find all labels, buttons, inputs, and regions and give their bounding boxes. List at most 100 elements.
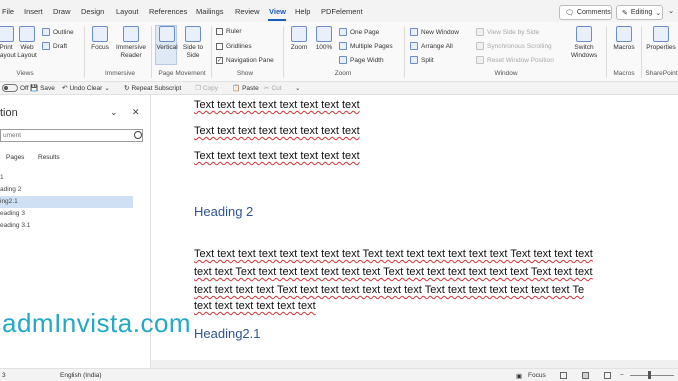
- web-layout-button[interactable]: Web Layout: [16, 26, 38, 60]
- nav-heading-3[interactable]: eading 3: [0, 208, 133, 220]
- gridlines-check-box: [216, 43, 223, 50]
- outline-icon: [42, 28, 50, 36]
- print-layout-view-icon[interactable]: [582, 372, 589, 379]
- side-to-side-icon: [185, 26, 201, 42]
- para-line-4: text text text text text text: [194, 300, 316, 312]
- pane-options-chevron-icon[interactable]: ⌄: [110, 107, 118, 118]
- magnifier-icon: [291, 26, 307, 42]
- tab-draw[interactable]: Draw: [53, 7, 71, 16]
- language-indicator[interactable]: English (India): [60, 372, 102, 379]
- tab-layout[interactable]: Layout: [116, 7, 139, 16]
- multiple-pages-button[interactable]: Multiple Pages: [339, 42, 393, 50]
- tab-insert[interactable]: Insert: [24, 7, 43, 16]
- switch-windows-button[interactable]: Switch Windows: [566, 26, 602, 60]
- group-label-immersive: Immersive: [105, 70, 135, 77]
- print-layout-button[interactable]: Print Layout: [0, 26, 16, 60]
- zoom-slider[interactable]: [630, 375, 674, 376]
- editing-button[interactable]: ✎ Editing ⌄: [616, 5, 663, 20]
- undo-button[interactable]: ↶ Undo Clear ⌄: [62, 84, 110, 93]
- page-indicator[interactable]: 3: [2, 372, 6, 379]
- tab-review[interactable]: Review: [235, 7, 260, 16]
- outline-button[interactable]: Outline: [42, 28, 74, 36]
- properties-button[interactable]: Properties: [645, 26, 677, 52]
- paste-icon: 📋: [232, 85, 241, 92]
- nav-heading-1[interactable]: 1: [0, 172, 133, 184]
- group-label-window: Window: [494, 70, 518, 77]
- vertical-icon: [159, 26, 175, 42]
- split-button[interactable]: Split: [410, 56, 434, 64]
- nav-heading-2[interactable]: ading 2: [0, 184, 133, 196]
- repeat-button[interactable]: ↻ Repeat Subscript: [124, 84, 181, 93]
- focus-button[interactable]: Focus: [89, 26, 111, 52]
- pencil-icon: ✎: [622, 9, 628, 17]
- para-line-1: Text text text text text text text text …: [194, 248, 593, 260]
- web-layout-view-icon[interactable]: [604, 372, 611, 379]
- tab-results[interactable]: Results: [38, 154, 60, 161]
- arrange-all-icon: [410, 42, 418, 50]
- active-tab-indicator: [268, 19, 286, 21]
- comments-button[interactable]: 🗨 Comments: [559, 5, 612, 20]
- focus-mode-button[interactable]: Focus: [528, 372, 546, 379]
- arrange-all-button[interactable]: Arrange All: [410, 42, 453, 50]
- tab-design[interactable]: Design: [81, 7, 104, 16]
- nav-heading-2-1[interactable]: ing2.1: [0, 196, 133, 208]
- navigation-pane-checkbox[interactable]: ✓ Navigation Pane: [216, 57, 274, 64]
- zoom-slider-thumb[interactable]: [648, 371, 651, 379]
- ribbon-options-icon[interactable]: ⌄: [668, 6, 674, 15]
- chevron-down-icon: ⌄: [104, 85, 110, 92]
- macros-button[interactable]: Macros: [611, 26, 637, 52]
- side-by-side-icon: [476, 28, 484, 36]
- new-window-button[interactable]: New Window: [410, 28, 459, 36]
- tab-view[interactable]: View: [269, 7, 286, 16]
- tab-pdfelement[interactable]: PDFelement: [321, 7, 363, 16]
- document-page[interactable]: Text text text text text text text text …: [151, 95, 678, 360]
- group-label-zoom: Zoom: [334, 70, 352, 77]
- doc-line-1: Text text text text text text text text: [194, 99, 360, 111]
- zoom-button[interactable]: Zoom: [288, 26, 310, 52]
- gridlines-checkbox[interactable]: Gridlines: [216, 43, 252, 50]
- reset-window-icon: [476, 56, 484, 64]
- para-line-2: text text Text text text text text text …: [194, 266, 593, 278]
- split-icon: [410, 56, 418, 64]
- draft-button[interactable]: Draft: [42, 42, 67, 50]
- search-document-input[interactable]: ument: [0, 129, 143, 142]
- tab-references[interactable]: References: [149, 7, 187, 16]
- one-page-icon: [339, 28, 347, 36]
- ruler-checkbox[interactable]: Ruler: [216, 28, 242, 35]
- immersive-reader-icon: [123, 26, 139, 42]
- search-icon[interactable]: [134, 131, 142, 139]
- vertical-button[interactable]: Vertical: [156, 26, 178, 52]
- paste-button[interactable]: 📋 Paste: [232, 84, 259, 93]
- checkmark-icon: ✓: [216, 57, 223, 64]
- menu-bar: File Insert Draw Design Layout Reference…: [0, 0, 678, 22]
- tab-file[interactable]: File: [2, 7, 14, 16]
- focus-icon: [92, 26, 108, 42]
- tab-mailings[interactable]: Mailings: [196, 7, 224, 16]
- immersive-reader-button[interactable]: Immersive Reader: [114, 26, 148, 60]
- zoom-100-button[interactable]: 100%: [313, 26, 335, 52]
- side-to-side-button[interactable]: Side to Side: [181, 26, 205, 60]
- doc-line-3: Text text text text text text text text: [194, 150, 360, 162]
- cut-button: ✂ Cut: [264, 84, 282, 93]
- quick-access-toolbar: Off 💾 Save ↶ Undo Clear ⌄ ↻ Repeat Subsc…: [0, 82, 678, 95]
- save-button[interactable]: 💾 Save: [30, 84, 55, 93]
- close-icon[interactable]: ✕: [132, 107, 140, 118]
- one-page-button[interactable]: One Page: [339, 28, 379, 36]
- sync-scroll-icon: [476, 42, 484, 50]
- tab-pages[interactable]: Pages: [6, 154, 24, 161]
- properties-icon: [653, 26, 669, 42]
- zoom-out-icon[interactable]: −: [620, 372, 624, 379]
- tab-help[interactable]: Help: [295, 7, 310, 16]
- read-mode-icon[interactable]: [560, 372, 567, 379]
- autosave-toggle[interactable]: Off: [2, 84, 29, 92]
- heading-2: Heading 2: [194, 204, 254, 219]
- nav-heading-3-1[interactable]: eading 3.1: [0, 220, 133, 232]
- comment-icon: 🗨: [565, 9, 574, 17]
- page-width-button[interactable]: Page Width: [339, 56, 384, 64]
- doc-line-2: Text text text text text text text text: [194, 125, 360, 137]
- switch-windows-icon: [576, 26, 592, 42]
- watermark-text: admInvista.com: [2, 308, 192, 338]
- save-icon: 💾: [30, 85, 39, 92]
- customize-qat-button[interactable]: ⌄: [295, 84, 300, 92]
- group-label-views: Views: [16, 70, 34, 77]
